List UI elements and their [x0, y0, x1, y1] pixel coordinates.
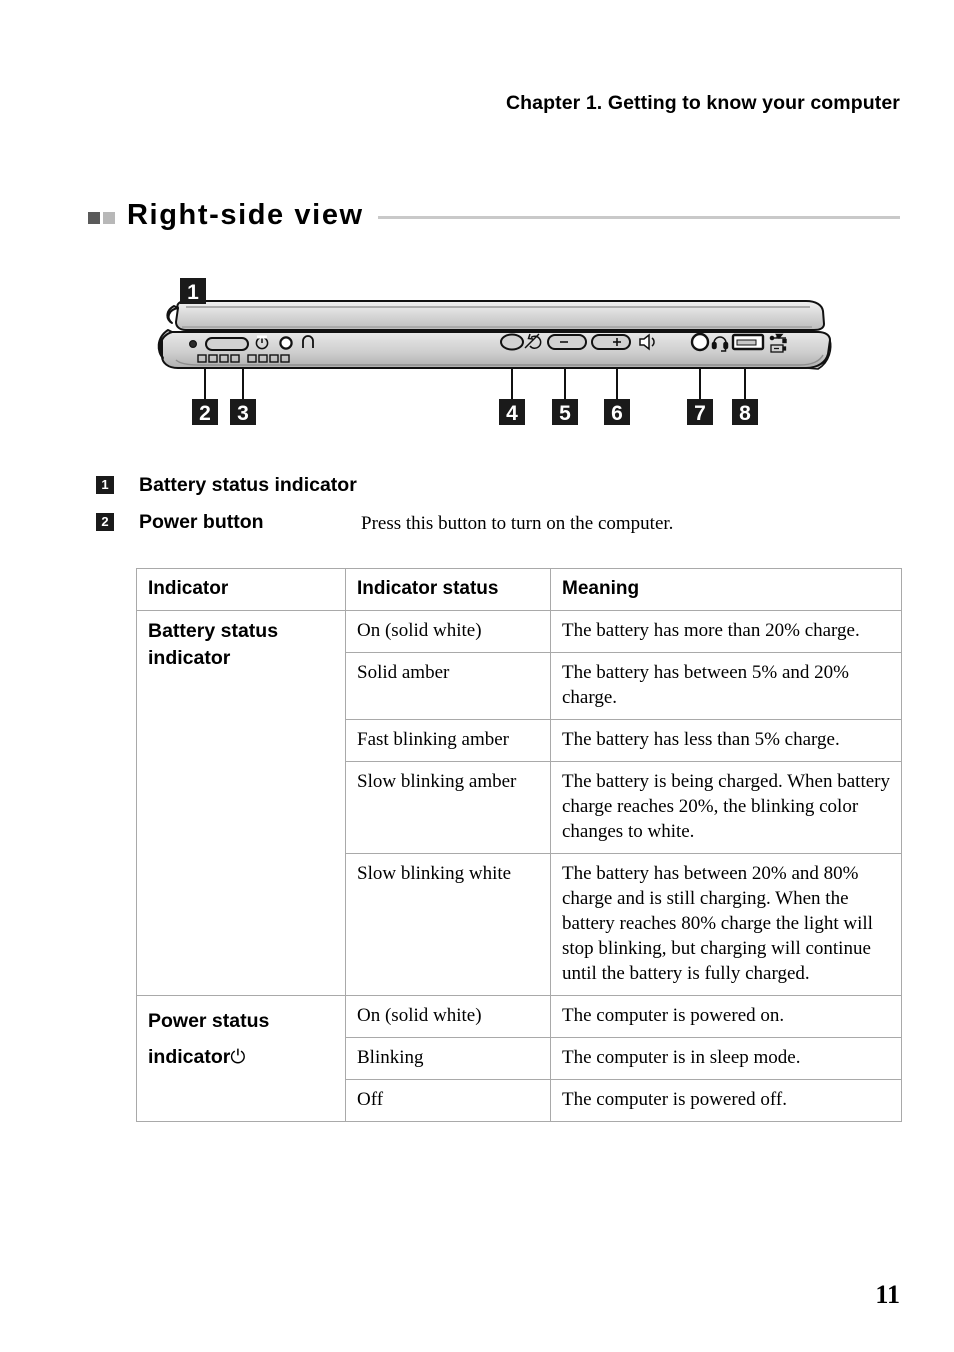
cell-status: Fast blinking amber	[345, 719, 551, 762]
usb-port	[731, 333, 765, 351]
indicator-status-table: Indicator Indicator status Meaning Batte…	[136, 568, 902, 1122]
page-title: Right-side view	[127, 198, 364, 231]
callout-3: 3	[230, 399, 256, 425]
cell-status: On (solid white)	[345, 610, 551, 653]
svg-text:4: 4	[506, 402, 518, 425]
power-indicator-led-icon	[279, 336, 293, 350]
cell-meaning: The computer is powered on.	[550, 995, 902, 1038]
callout-1: 1	[180, 278, 206, 304]
cell-status: On (solid white)	[345, 995, 551, 1038]
table-row: Battery status indicator On (solid white…	[136, 610, 902, 996]
svg-text:3: 3	[237, 402, 249, 425]
cell-status: Off	[345, 1079, 551, 1122]
section-heading: Right-side view	[88, 195, 900, 235]
cell-meaning: The computer is powered off.	[550, 1079, 902, 1122]
callout-4: 4	[499, 399, 525, 425]
power-symbol-icon: ⏻	[230, 1046, 246, 1068]
table-row: Power status indicator⏻ On (solid white)…	[136, 995, 902, 1122]
svg-text:7: 7	[694, 402, 706, 425]
power-button	[205, 337, 249, 351]
laptop-lid-profile	[166, 300, 825, 331]
svg-text:1: 1	[187, 281, 199, 304]
heading-rule	[377, 215, 900, 219]
cell-status: Slow blinking white	[345, 853, 551, 996]
list-item: 2 Power button Press this button to turn…	[96, 509, 916, 537]
column-header-indicator-status: Indicator status	[345, 568, 551, 611]
cell-meaning: The battery has more than 20% charge.	[550, 610, 902, 653]
svg-text:6: 6	[611, 402, 623, 425]
list-item: 1 Battery status indicator	[96, 472, 916, 499]
table-header-row: Indicator Indicator status Meaning	[136, 568, 902, 611]
callout-7: 7	[687, 399, 713, 425]
cell-meaning: The battery has between 5% and 20% charg…	[550, 652, 902, 720]
cell-status: Blinking	[345, 1037, 551, 1080]
bullet-square-light-icon	[103, 212, 115, 224]
right-side-view-figure: 1 2 3 4 5 6 7 8	[0, 270, 954, 440]
group-label-power-text: Power status indicator	[148, 1010, 270, 1068]
callout-8: 8	[732, 399, 758, 425]
cell-meaning: The battery has less than 5% charge.	[550, 719, 902, 762]
callout-5: 5	[552, 399, 578, 425]
callout-6: 6	[604, 399, 630, 425]
audio-combo-jack	[690, 332, 710, 352]
cell-meaning: The battery is being charged. When batte…	[550, 761, 902, 854]
component-list: 1 Battery status indicator 2 Power butto…	[96, 472, 916, 547]
column-header-indicator: Indicator	[136, 568, 346, 611]
page-number: 11	[875, 1280, 900, 1309]
battery-indicator-led-icon	[189, 339, 198, 348]
group-label-power-status-indicator: Power status indicator⏻	[136, 995, 346, 1122]
group-label-battery-status-indicator: Battery status indicator	[136, 610, 346, 996]
cell-meaning: The battery has between 20% and 80% char…	[550, 853, 902, 996]
list-item-description: Press this button to turn on the compute…	[361, 513, 674, 534]
list-item-number: 2	[96, 513, 114, 531]
cell-meaning: The computer is in sleep mode.	[550, 1037, 902, 1080]
list-item-label: Power button	[139, 511, 264, 533]
svg-text:5: 5	[559, 402, 571, 425]
bullet-square-dark-icon	[88, 212, 100, 224]
cell-status: Solid amber	[345, 652, 551, 720]
chapter-header: Chapter 1. Getting to know your computer	[505, 92, 900, 114]
list-item-number: 1	[96, 476, 114, 494]
svg-text:8: 8	[739, 402, 751, 425]
cell-status: Slow blinking amber	[345, 761, 551, 854]
callout-2: 2	[192, 399, 218, 425]
volume-up-button	[591, 334, 631, 350]
svg-text:2: 2	[199, 402, 211, 425]
list-item-label: Battery status indicator	[139, 474, 357, 496]
rotation-lock-button	[500, 333, 524, 351]
column-header-meaning: Meaning	[550, 568, 902, 611]
